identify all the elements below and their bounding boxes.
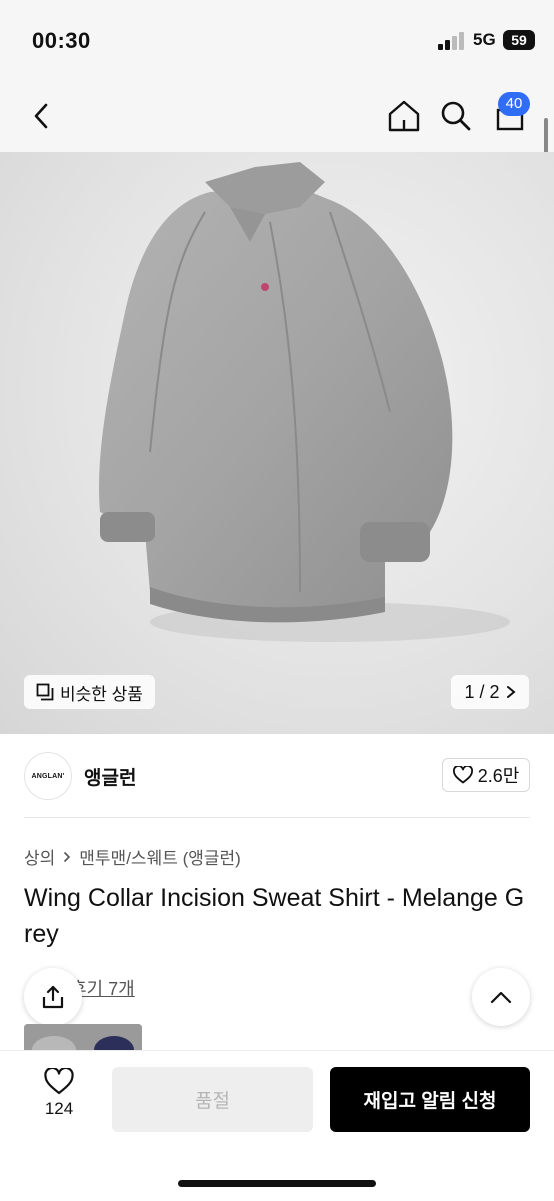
image-pager[interactable]: 1 / 2 xyxy=(451,675,529,709)
home-icon xyxy=(388,100,420,132)
wishlist-button[interactable]: 124 xyxy=(30,1068,88,1130)
share-icon xyxy=(42,985,64,1009)
breadcrumb-category[interactable]: 상의 xyxy=(24,844,55,869)
restock-alert-button[interactable]: 재입고 알림 신청 xyxy=(330,1067,530,1132)
scroll-to-top-button[interactable] xyxy=(472,968,530,1026)
similar-products-button[interactable]: 비슷한 상품 xyxy=(24,675,155,709)
wishlist-count: 124 xyxy=(44,1099,74,1118)
back-button[interactable] xyxy=(22,96,62,136)
home-indicator xyxy=(178,1180,376,1187)
heart-icon xyxy=(44,1068,74,1095)
brand-like-button[interactable]: 2.6만 xyxy=(442,758,530,792)
chevron-right-icon xyxy=(506,686,516,698)
review-thumbnail[interactable] xyxy=(24,1024,142,1050)
product-image[interactable] xyxy=(0,152,554,734)
cart-count-badge: 40 xyxy=(498,92,530,116)
pager-text: 1 / 2 xyxy=(464,681,500,702)
brand-logo[interactable]: ANGLAN' xyxy=(24,752,72,800)
brand-like-count: 2.6만 xyxy=(477,766,520,786)
battery-icon: 59 xyxy=(503,30,535,50)
share-button[interactable] xyxy=(24,968,82,1026)
product-title: Wing Collar Incision Sweat Shirt - Melan… xyxy=(24,884,525,948)
breadcrumb-subcategory[interactable]: 맨투맨/스웨트 (앵글런) xyxy=(79,844,241,869)
status-time: 00:30 xyxy=(32,28,91,53)
review-thumbnail-image xyxy=(24,1024,142,1050)
similar-items-icon xyxy=(36,683,54,701)
divider xyxy=(24,817,530,818)
top-nav xyxy=(0,80,554,152)
search-icon xyxy=(441,101,471,131)
search-button[interactable] xyxy=(436,96,476,136)
breadcrumb: 상의 맨투맨/스웨트 (앵글런) xyxy=(24,844,241,869)
network-label: 5G xyxy=(473,30,496,49)
signal-icon xyxy=(438,32,464,50)
chevron-left-icon xyxy=(34,103,48,129)
chevron-right-icon xyxy=(64,851,71,862)
sweatshirt-image xyxy=(99,162,510,642)
soldout-button[interactable]: 품절 xyxy=(112,1067,313,1132)
chevron-up-icon xyxy=(490,991,512,1004)
similar-products-label: 비슷한 상품 xyxy=(60,684,143,704)
home-button[interactable] xyxy=(384,96,424,136)
heart-icon xyxy=(452,766,473,784)
brand-name[interactable]: 앵글런 xyxy=(84,763,136,790)
